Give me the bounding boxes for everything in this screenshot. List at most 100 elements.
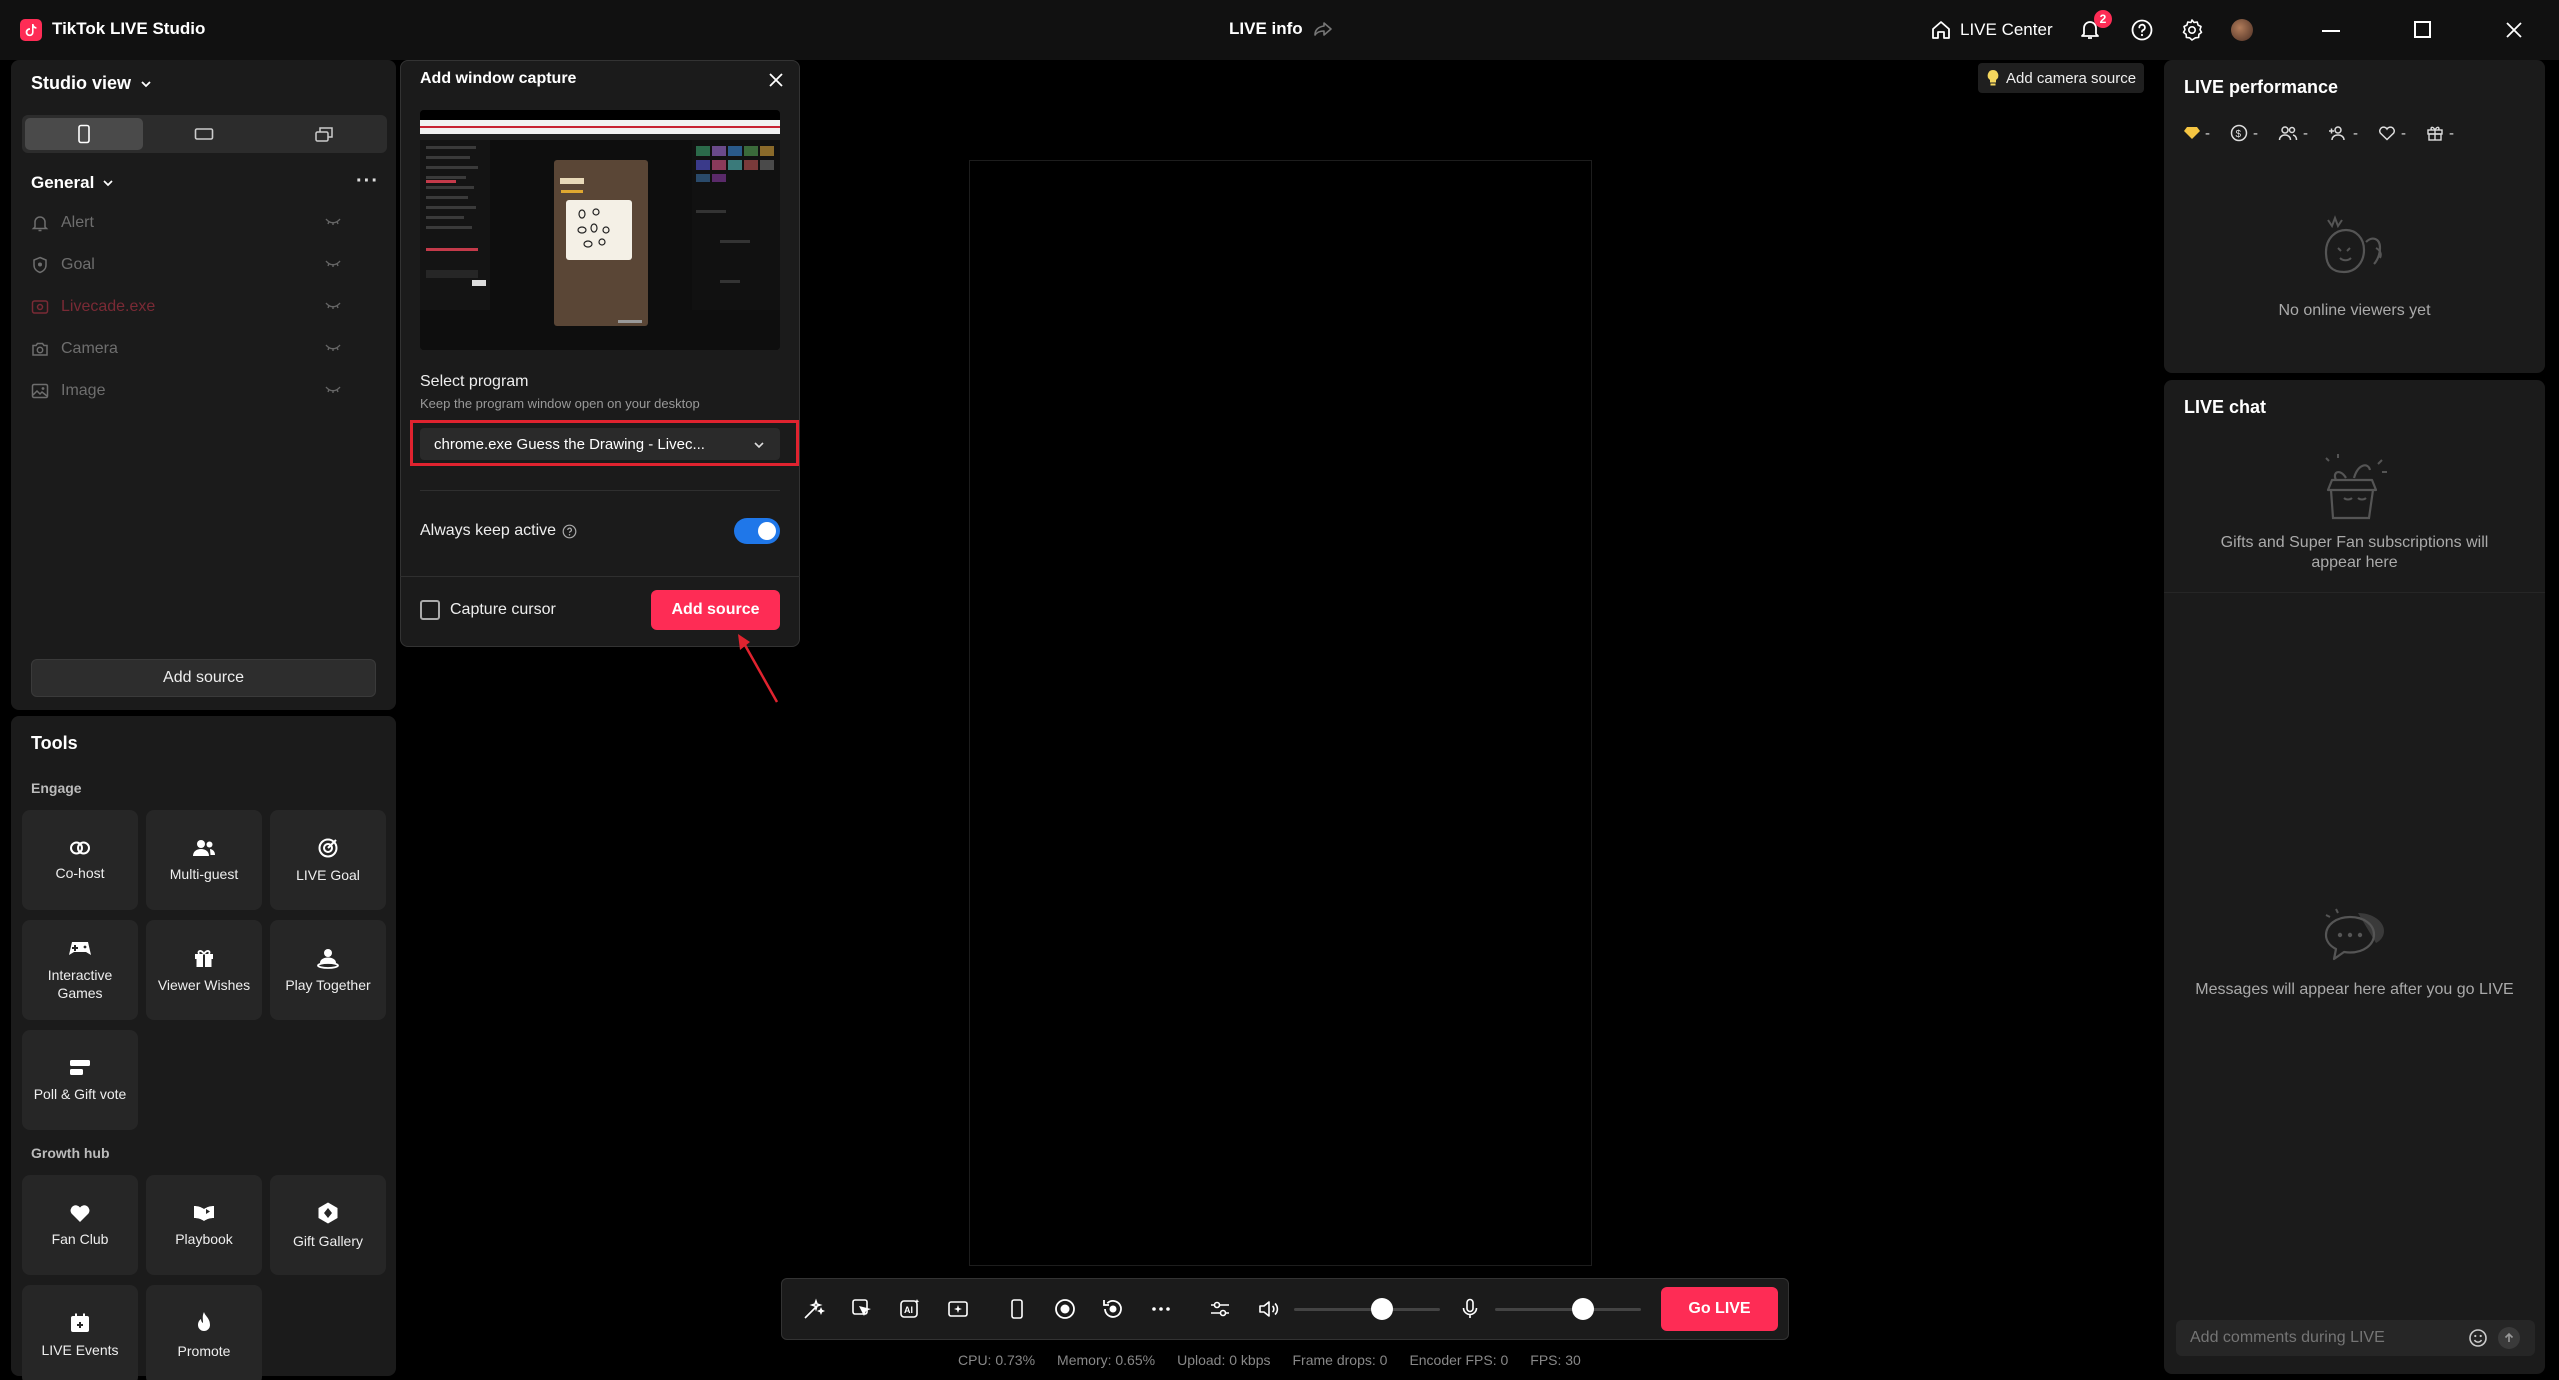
source-item-goal[interactable]: Goal bbox=[31, 252, 341, 278]
go-live-button[interactable]: Go LIVE bbox=[1661, 1287, 1778, 1331]
metric-value: - bbox=[2253, 124, 2258, 142]
emoji-icon[interactable] bbox=[2468, 1328, 2488, 1348]
speaker-volume-knob[interactable] bbox=[1370, 1298, 1393, 1320]
microphone-volume-slider[interactable] bbox=[1495, 1308, 1641, 1311]
dialog-title: Add window capture bbox=[420, 70, 577, 87]
studio-view-label: Studio view bbox=[31, 73, 132, 93]
flame-icon bbox=[198, 1311, 210, 1331]
audio-settings-sliders-icon[interactable] bbox=[1208, 1297, 1232, 1321]
close-icon[interactable] bbox=[766, 70, 786, 90]
always-keep-active-toggle[interactable] bbox=[734, 518, 780, 544]
live-center-button[interactable]: LIVE Center bbox=[1930, 17, 2053, 43]
source-item-alert[interactable]: Alert bbox=[31, 210, 341, 236]
program-select-dropdown[interactable]: chrome.exe Guess the Drawing - Livec... bbox=[420, 428, 780, 460]
playbook-icon bbox=[194, 1205, 214, 1221]
tiktok-logo-icon bbox=[20, 19, 42, 41]
general-scene-dropdown[interactable]: General bbox=[31, 173, 114, 193]
window-preview-thumbnail bbox=[420, 110, 780, 350]
engage-section-title: Engage bbox=[31, 780, 82, 796]
svg-text:$: $ bbox=[2236, 129, 2242, 140]
metric-gifts[interactable]: - bbox=[2426, 124, 2454, 142]
add-camera-source-hint[interactable]: Add camera source bbox=[1978, 63, 2145, 93]
replay-icon[interactable] bbox=[1101, 1297, 1125, 1321]
source-item-camera[interactable]: Camera bbox=[31, 336, 341, 362]
tool-fan-club[interactable]: Fan Club bbox=[22, 1175, 138, 1275]
window-close-button[interactable] bbox=[2502, 18, 2526, 42]
diamond-icon bbox=[2184, 127, 2200, 139]
share-icon[interactable] bbox=[1312, 18, 1334, 40]
metric-coins[interactable]: $ - bbox=[2230, 124, 2258, 142]
metric-likes[interactable]: - bbox=[2378, 124, 2406, 142]
microphone-icon[interactable] bbox=[1458, 1297, 1482, 1321]
viewers-icon bbox=[2278, 126, 2298, 141]
calendar-icon bbox=[71, 1313, 89, 1332]
tool-playbook[interactable]: Playbook bbox=[146, 1175, 262, 1275]
user-avatar[interactable] bbox=[2231, 19, 2253, 41]
tool-multi-guest[interactable]: Multi-guest bbox=[146, 810, 262, 910]
image-icon bbox=[31, 383, 49, 399]
dual-view-button[interactable] bbox=[265, 118, 383, 150]
always-keep-active-label: Always keep active bbox=[420, 522, 557, 539]
source-item-livecade[interactable]: Livecade.exe bbox=[31, 294, 341, 320]
select-program-label: Select program bbox=[420, 373, 529, 390]
messages-empty-message: Messages will appear here after you go L… bbox=[2195, 981, 2514, 998]
tool-play-together[interactable]: Play Together bbox=[270, 920, 386, 1020]
eye-hidden-icon bbox=[325, 218, 341, 225]
play-together-icon bbox=[317, 948, 339, 969]
metric-viewers[interactable]: - bbox=[2278, 124, 2308, 142]
live-preview-canvas[interactable] bbox=[969, 160, 1592, 1266]
tool-live-goal[interactable]: LIVE Goal bbox=[270, 810, 386, 910]
no-viewers-message: No online viewers yet bbox=[2278, 302, 2431, 319]
comment-input[interactable] bbox=[2190, 1329, 2460, 1347]
effects-wand-icon[interactable] bbox=[802, 1297, 826, 1321]
heart-icon bbox=[2379, 126, 2395, 141]
more-icon[interactable] bbox=[1149, 1297, 1173, 1321]
more-options-icon[interactable]: ··· bbox=[356, 170, 379, 193]
tool-interactive-games[interactable]: Interactive Games bbox=[22, 920, 138, 1020]
capture-cursor-label[interactable]: Capture cursor bbox=[450, 601, 556, 619]
tool-co-host[interactable]: Co-host bbox=[22, 810, 138, 910]
tool-live-events[interactable]: LIVE Events bbox=[22, 1285, 138, 1380]
tool-viewer-wishes[interactable]: Viewer Wishes bbox=[146, 920, 262, 1020]
record-icon[interactable] bbox=[1053, 1297, 1077, 1321]
tool-label: Gift Gallery bbox=[292, 1232, 363, 1249]
app-title: TikTok LIVE Studio bbox=[52, 19, 206, 38]
tool-label: Interactive Games bbox=[47, 966, 113, 1001]
live-chat-panel bbox=[2164, 380, 2545, 1374]
metric-new-followers[interactable]: - bbox=[2328, 124, 2358, 142]
speaker-volume-slider[interactable] bbox=[1294, 1308, 1440, 1311]
eye-hidden-icon bbox=[325, 260, 341, 267]
gamepad-icon bbox=[69, 941, 91, 955]
eye-hidden-icon bbox=[325, 302, 341, 309]
metric-diamonds[interactable]: - bbox=[2184, 124, 2210, 142]
tool-gift-gallery[interactable]: Gift Gallery bbox=[270, 1175, 386, 1275]
ai-feature-icon[interactable]: AI bbox=[898, 1297, 922, 1321]
tool-promote[interactable]: Promote bbox=[146, 1285, 262, 1380]
enhance-icon[interactable] bbox=[946, 1297, 970, 1321]
capture-cursor-checkbox[interactable] bbox=[420, 600, 440, 620]
source-label: Livecade.exe bbox=[61, 298, 156, 315]
gift-box-illustration-icon bbox=[2318, 450, 2392, 522]
source-item-image[interactable]: Image bbox=[31, 378, 341, 404]
window-maximize-button[interactable] bbox=[2414, 21, 2431, 38]
gallery-hexagon-icon bbox=[318, 1202, 338, 1223]
settings-gear-icon[interactable] bbox=[2180, 18, 2204, 42]
source-label: Goal bbox=[61, 256, 95, 273]
send-comment-button[interactable] bbox=[2498, 1327, 2520, 1349]
portrait-view-button[interactable] bbox=[25, 118, 143, 150]
portrait-mode-icon[interactable] bbox=[1005, 1297, 1029, 1321]
speaker-volume-icon[interactable] bbox=[1257, 1297, 1281, 1321]
filter-icon[interactable] bbox=[850, 1297, 874, 1321]
source-label: Camera bbox=[61, 340, 118, 357]
window-minimize-button[interactable] bbox=[2322, 30, 2340, 32]
add-source-confirm-button[interactable]: Add source bbox=[651, 590, 780, 630]
tool-poll-gift-vote[interactable]: Poll & Gift vote bbox=[22, 1030, 138, 1130]
add-source-button[interactable]: Add source bbox=[31, 659, 376, 697]
gift-box-icon bbox=[195, 949, 213, 967]
live-info-title[interactable]: LIVE info bbox=[1229, 19, 1303, 39]
help-icon[interactable] bbox=[2130, 18, 2154, 42]
multi-guest-icon bbox=[193, 839, 215, 856]
studio-view-dropdown[interactable]: Studio view bbox=[31, 73, 153, 94]
microphone-volume-knob[interactable] bbox=[1571, 1298, 1594, 1320]
landscape-view-button[interactable] bbox=[145, 118, 263, 150]
